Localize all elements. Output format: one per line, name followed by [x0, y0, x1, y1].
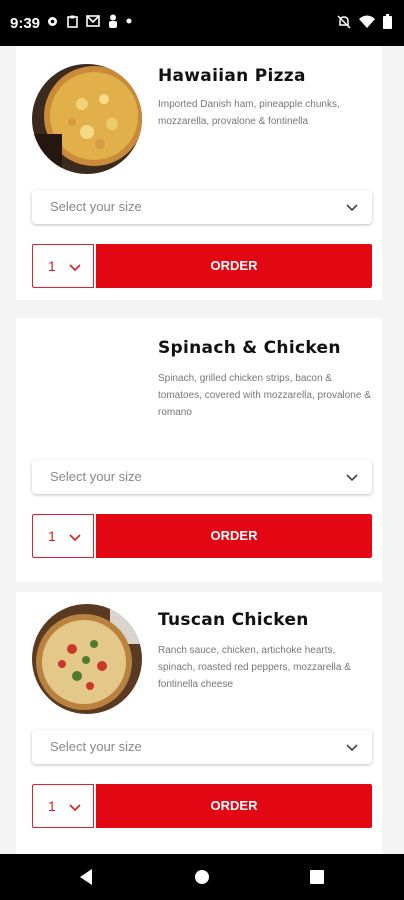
chevron-down-icon [346, 204, 358, 212]
chevron-down-icon [346, 744, 358, 752]
clipboard-icon [67, 15, 78, 28]
no-alarm-icon [337, 14, 351, 29]
status-time: 9:39 [10, 15, 41, 32]
gear-icon [48, 16, 57, 26]
mail-icon [86, 15, 100, 27]
navigation-bar [0, 854, 404, 900]
size-select-placeholder: Select your size [50, 199, 142, 214]
home-icon[interactable] [194, 869, 210, 885]
quantity-select[interactable]: 1 [32, 784, 94, 828]
size-select-placeholder: Select your size [50, 739, 142, 754]
pizza-image [32, 64, 142, 174]
product-description: Spinach, grilled chicken strips, bacon &… [158, 373, 371, 418]
chevron-down-icon [346, 474, 358, 482]
menu-list: Hawaiian Pizza Imported Danish ham, pine… [0, 46, 404, 854]
product-card: Hawaiian Pizza Imported Danish ham, pine… [16, 46, 382, 300]
product-title: Hawaiian Pizza [158, 66, 306, 86]
recents-icon[interactable] [310, 870, 324, 884]
quantity-value: 1 [48, 798, 56, 814]
quantity-select[interactable]: 1 [32, 244, 94, 288]
battery-icon [383, 14, 392, 29]
order-button[interactable]: ORDER [96, 514, 372, 558]
size-select[interactable]: Select your size [32, 190, 372, 224]
size-select-placeholder: Select your size [50, 469, 142, 484]
dot-icon [126, 18, 132, 24]
chevron-down-icon [69, 534, 81, 542]
product-title: Tuscan Chicken [158, 610, 309, 630]
pizza-image [32, 604, 142, 714]
product-card: Spinach & Chicken Spinach, grilled chick… [16, 318, 382, 582]
product-description: Ranch sauce, chicken, artichoke hearts, … [158, 645, 351, 690]
wifi-icon [359, 15, 375, 28]
quantity-value: 1 [48, 528, 56, 544]
size-select[interactable]: Select your size [32, 730, 372, 764]
status-bar: 9:39 [0, 0, 404, 46]
product-title: Spinach & Chicken [158, 338, 341, 358]
person-icon [109, 14, 117, 28]
quantity-select[interactable]: 1 [32, 514, 94, 558]
order-button[interactable]: ORDER [96, 784, 372, 828]
chevron-down-icon [69, 804, 81, 812]
chevron-down-icon [69, 264, 81, 272]
size-select[interactable]: Select your size [32, 460, 372, 494]
quantity-value: 1 [48, 258, 56, 274]
order-button[interactable]: ORDER [96, 244, 372, 288]
product-card: Tuscan Chicken Ranch sauce, chicken, art… [16, 592, 382, 854]
product-description: Imported Danish ham, pineapple chunks, m… [158, 99, 340, 127]
back-icon[interactable] [78, 868, 94, 886]
